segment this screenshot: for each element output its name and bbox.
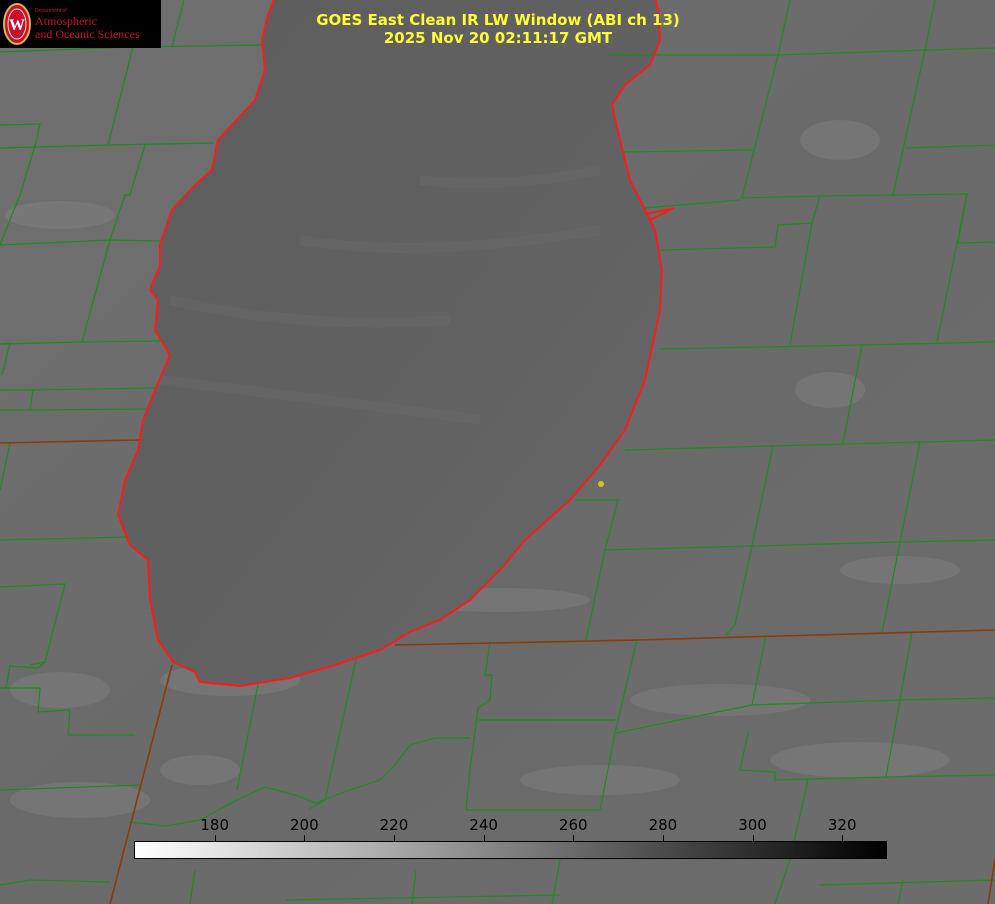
colorbar-tick-label: 240 (469, 816, 498, 834)
title-line-1: GOES East Clean IR LW Window (ABI ch 13) (316, 11, 680, 29)
colorbar-tick-label: 200 (289, 816, 319, 834)
colorbar-tick-label: 260 (558, 816, 588, 834)
title-line-2: 2025 Nov 20 02:11:17 GMT (383, 29, 613, 47)
colorbar-tick-label: 180 (200, 816, 229, 834)
colorbar-tick-label: 280 (648, 816, 678, 834)
image-title: GOES East Clean IR LW Window (ABI ch 13)… (0, 11, 995, 47)
satellite-image-view: W Department of Atmospheric and Oceanic … (0, 0, 995, 904)
colorbar (134, 841, 887, 859)
yellow-dot-icon (598, 481, 604, 487)
colorbar-tick-label: 220 (379, 816, 409, 834)
colorbar-tick-label: 300 (738, 816, 767, 834)
colorbar-tick-label: 320 (827, 816, 857, 834)
ir-satellite-map (0, 0, 995, 904)
